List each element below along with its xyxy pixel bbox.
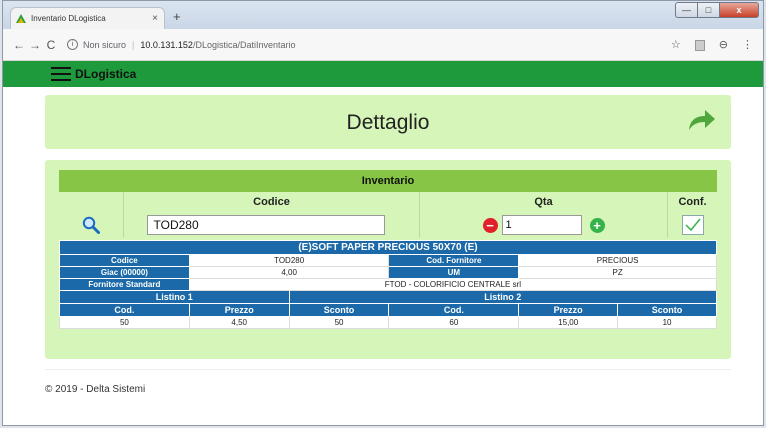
conf-header: Conf.: [678, 196, 707, 208]
header-card: Dettaglio: [45, 95, 731, 149]
product-detail-table: (E)SOFT PAPER PRECIOUS 50X70 (E) Codice …: [59, 240, 718, 329]
close-window-button[interactable]: x: [719, 2, 759, 18]
conf-cell: [668, 212, 717, 238]
not-secure-label: Non sicuro: [83, 39, 127, 50]
cod-fornitore-label: Cod. Fornitore: [388, 254, 520, 267]
forward-arrow-icon[interactable]: [687, 108, 717, 132]
back-button[interactable]: ←: [11, 38, 27, 52]
l2-sconto-header: Sconto: [617, 303, 717, 317]
forward-button[interactable]: →: [27, 38, 43, 52]
qta-cell: − 1 +: [420, 212, 668, 238]
empty-header: [59, 192, 124, 212]
qta-header: Qta: [420, 192, 668, 212]
browser-toolbar: ← → C i Non sicuro | 10.0.131.152/DLogis…: [3, 29, 763, 61]
bookmark-star-icon[interactable]: ☆: [671, 38, 681, 51]
reload-button[interactable]: C: [43, 38, 59, 52]
url-host: 10.0.131.152: [140, 39, 193, 50]
maximize-button[interactable]: □: [697, 2, 719, 18]
l1-prezzo-header: Prezzo: [188, 303, 290, 317]
checkmark-icon: [684, 218, 701, 232]
inventory-input-row: TOD280 − 1 +: [59, 212, 717, 238]
um-label: UM: [388, 266, 520, 279]
search-icon[interactable]: [82, 216, 100, 234]
tab-title: Inventario DLogistica: [31, 14, 106, 23]
listino-1-header: Listino 1: [59, 290, 290, 304]
minimize-button[interactable]: —: [675, 2, 697, 18]
main-content: Dettaglio Inventario Codice Qta Conf. TO…: [3, 87, 763, 425]
increase-qty-button[interactable]: +: [589, 217, 605, 233]
decrease-qty-button[interactable]: −: [482, 217, 498, 233]
inventory-panel: Inventario Codice Qta Conf. TOD280 − 1 +…: [45, 160, 731, 359]
title-bar: Inventario DLogistica × + — □ x: [3, 1, 763, 29]
um-value: PZ: [518, 266, 717, 279]
hamburger-menu-icon[interactable]: [51, 67, 71, 81]
l1-sconto-header: Sconto: [288, 303, 390, 317]
address-bar[interactable]: i Non sicuro | 10.0.131.152/DLogistica/D…: [67, 39, 296, 50]
menu-icon[interactable]: ⋮: [742, 38, 753, 51]
page-title: Dettaglio: [346, 111, 430, 134]
confirm-checkbox[interactable]: [681, 215, 704, 235]
inventory-column-headers: Codice Qta Conf.: [59, 192, 717, 212]
window-controls: — □ x: [675, 2, 759, 18]
extension-icon[interactable]: [694, 40, 705, 51]
url-path: /DLogistica/DatiInventario: [192, 39, 296, 50]
fornitore-standard-label: Fornitore Standard: [59, 278, 190, 291]
brand-title[interactable]: DLogistica: [75, 67, 136, 81]
cod-fornitore-value: PRECIOUS: [518, 254, 717, 267]
dlogistica-favicon-icon: [16, 14, 26, 23]
address-separator: |: [132, 39, 135, 50]
l1-prezzo-value: 4,50: [188, 316, 290, 329]
l2-prezzo-header: Prezzo: [518, 303, 619, 317]
new-tab-button[interactable]: +: [173, 9, 181, 24]
app-navbar: DLogistica: [3, 61, 763, 87]
info-icon[interactable]: i: [67, 39, 78, 50]
tab-close-icon[interactable]: ×: [152, 13, 158, 24]
l2-sconto-value: 10: [617, 316, 717, 329]
l2-prezzo-value: 15,00: [518, 316, 619, 329]
inventory-header: Inventario: [59, 170, 717, 192]
product-name: (E)SOFT PAPER PRECIOUS 50X70 (E): [59, 240, 717, 255]
l1-cod-header: Cod.: [59, 303, 190, 317]
search-cell: [59, 212, 124, 238]
codice-label: Codice: [59, 254, 190, 267]
codice-input[interactable]: TOD280: [146, 215, 385, 235]
codice-value: TOD280: [188, 254, 390, 267]
giac-value: 4,00: [188, 266, 390, 279]
codice-cell: TOD280: [124, 212, 420, 238]
footer-divider: [45, 369, 731, 370]
l1-cod-value: 50: [59, 316, 190, 329]
codice-header: Codice: [124, 192, 420, 212]
fornitore-standard-value: FTOD - COLORIFICIO CENTRALE srl: [188, 278, 718, 291]
l2-cod-value: 60: [388, 316, 520, 329]
l1-sconto-value: 50: [288, 316, 390, 329]
listino-2-header: Listino 2: [288, 290, 718, 304]
footer-copyright: © 2019 - Delta Sistemi: [45, 384, 146, 395]
account-icon[interactable]: ⊖: [719, 38, 728, 51]
l2-cod-header: Cod.: [388, 303, 520, 317]
giac-label: Giac (00000): [59, 266, 190, 279]
browser-window: Inventario DLogistica × + — □ x ← → C i …: [2, 0, 764, 426]
toolbar-actions: ☆ ⊖ ⋮: [671, 38, 753, 51]
browser-tab[interactable]: Inventario DLogistica ×: [10, 7, 165, 29]
qta-input[interactable]: 1: [501, 215, 582, 235]
